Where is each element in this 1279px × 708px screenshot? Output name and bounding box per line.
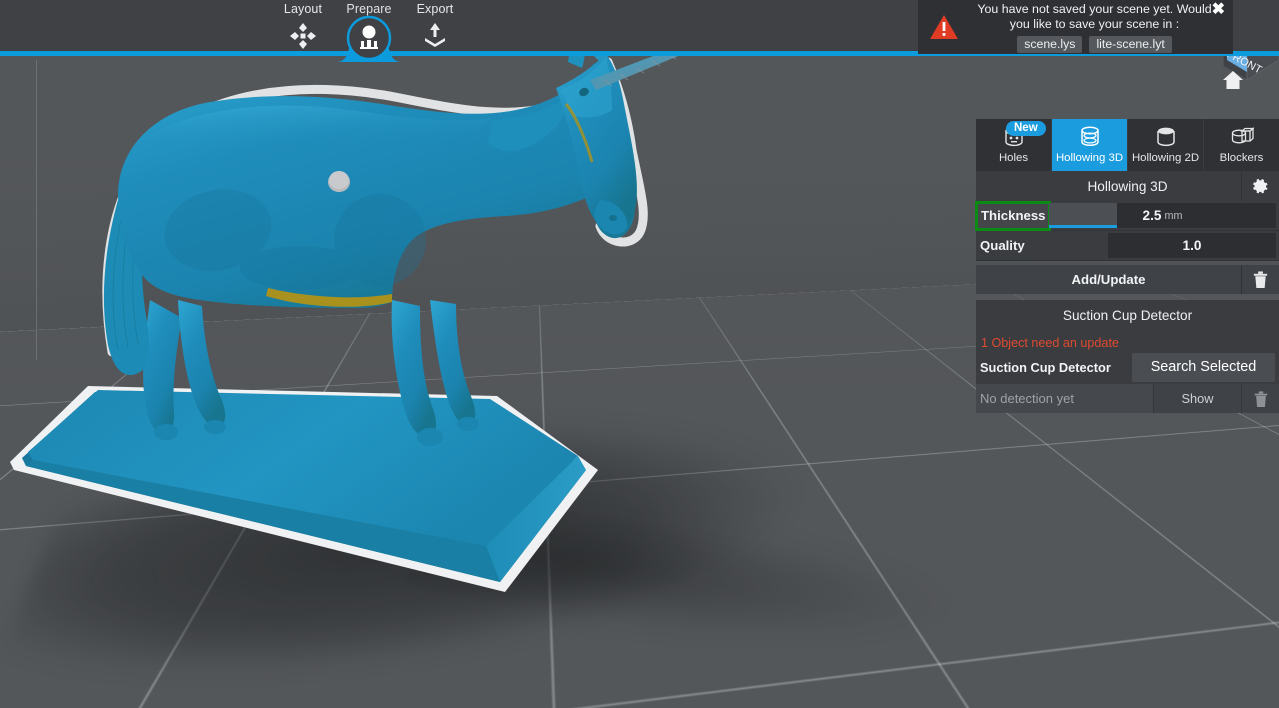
- panel-tab-holes[interactable]: Holes New: [976, 119, 1052, 171]
- blockers-cube-icon: [1230, 126, 1254, 151]
- panel-tab-hollowing-3d[interactable]: Hollowing 3D: [1052, 119, 1128, 171]
- thickness-slider-fill: [1049, 203, 1117, 228]
- close-icon[interactable]: ✖: [1212, 2, 1225, 18]
- suction-search-row: Suction Cup Detector Search Selected: [980, 354, 1275, 384]
- gear-icon[interactable]: [1241, 171, 1279, 201]
- application-window: Layout Prepare: [0, 0, 1279, 708]
- detection-result-row: No detection yet Show: [976, 384, 1279, 413]
- thickness-slider[interactable]: 2.5 mm: [1049, 203, 1276, 228]
- toolbar-tab-export-label: Export: [417, 0, 454, 16]
- panel-tab-hollowing-3d-label: Hollowing 3D: [1056, 152, 1123, 164]
- toolbar-tab-prepare[interactable]: Prepare: [336, 0, 402, 56]
- notification-message-line1: You have not saved your scene yet. Would: [966, 2, 1223, 18]
- hollowing-section-header: Hollowing 3D: [976, 171, 1279, 201]
- panel-tab-blockers-label: Blockers: [1220, 152, 1264, 164]
- export-upload-icon: [421, 21, 449, 54]
- save-scene-lys-button[interactable]: scene.lys: [1017, 36, 1082, 53]
- warning-triangle-icon: [926, 14, 962, 41]
- hollowing-parameters: Thickness 2.5 mm Quality 1.0: [976, 201, 1279, 261]
- suction-row-label: Suction Cup Detector: [980, 360, 1132, 375]
- suction-section-header: Suction Cup Detector: [976, 300, 1279, 330]
- prepare-figure-icon: [355, 24, 383, 55]
- save-lite-scene-lyt-button[interactable]: lite-scene.lyt: [1089, 36, 1171, 53]
- thickness-label[interactable]: Thickness: [977, 203, 1049, 229]
- trash-icon[interactable]: [1241, 265, 1279, 294]
- toolbar-tab-export[interactable]: Export: [402, 0, 468, 56]
- detection-status-text: No detection yet: [976, 384, 1153, 413]
- suction-section-title: Suction Cup Detector: [1063, 308, 1192, 323]
- hollowing-2d-cylinder-icon: [1154, 126, 1178, 151]
- right-tool-panel: Holes New Hollowing 3D: [976, 119, 1279, 413]
- panel-tab-holes-label: Holes: [999, 152, 1028, 164]
- thickness-value: 2.5: [1143, 208, 1162, 223]
- thickness-row: Thickness 2.5 mm: [976, 201, 1279, 231]
- notification-body: You have not saved your scene yet. Would…: [962, 2, 1227, 53]
- hollowing-actions: Add/Update: [976, 265, 1279, 294]
- suction-cup-detector-section: Suction Cup Detector 1 Object need an up…: [976, 300, 1279, 413]
- toolbar-tab-layout-label: Layout: [284, 0, 322, 16]
- thickness-unit: mm: [1164, 210, 1182, 222]
- quality-value: 1.0: [1183, 238, 1202, 253]
- toolbar-tab-prepare-label: Prepare: [346, 0, 391, 16]
- add-update-button[interactable]: Add/Update: [976, 265, 1241, 294]
- toolbar-tab-layout[interactable]: Layout: [270, 0, 336, 56]
- unsaved-scene-notification: You have not saved your scene yet. Would…: [918, 0, 1233, 54]
- quality-slider[interactable]: 1.0: [1108, 233, 1276, 258]
- trash-icon[interactable]: [1241, 384, 1279, 413]
- suction-section-body: 1 Object need an update Suction Cup Dete…: [976, 330, 1279, 384]
- suction-update-warning: 1 Object need an update: [980, 334, 1275, 354]
- panel-tab-bar: Holes New Hollowing 3D: [976, 119, 1279, 171]
- panel-tab-hollowing-2d[interactable]: Hollowing 2D: [1128, 119, 1204, 171]
- panel-tab-hollowing-2d-label: Hollowing 2D: [1132, 152, 1199, 164]
- new-badge: New: [1006, 121, 1046, 136]
- notification-message-line2: you like to save your scene in :: [966, 17, 1223, 33]
- model-base: [10, 386, 598, 592]
- panel-tab-blockers[interactable]: Blockers: [1204, 119, 1279, 171]
- search-selected-button[interactable]: Search Selected: [1132, 353, 1275, 382]
- home-icon[interactable]: [1222, 70, 1244, 95]
- quality-label: Quality: [976, 238, 1108, 253]
- show-detection-button[interactable]: Show: [1153, 384, 1241, 413]
- hollowing-section-title: Hollowing 3D: [1087, 179, 1167, 194]
- hollowing-3d-cylinder-icon: [1078, 126, 1102, 151]
- quality-row: Quality 1.0: [976, 231, 1279, 261]
